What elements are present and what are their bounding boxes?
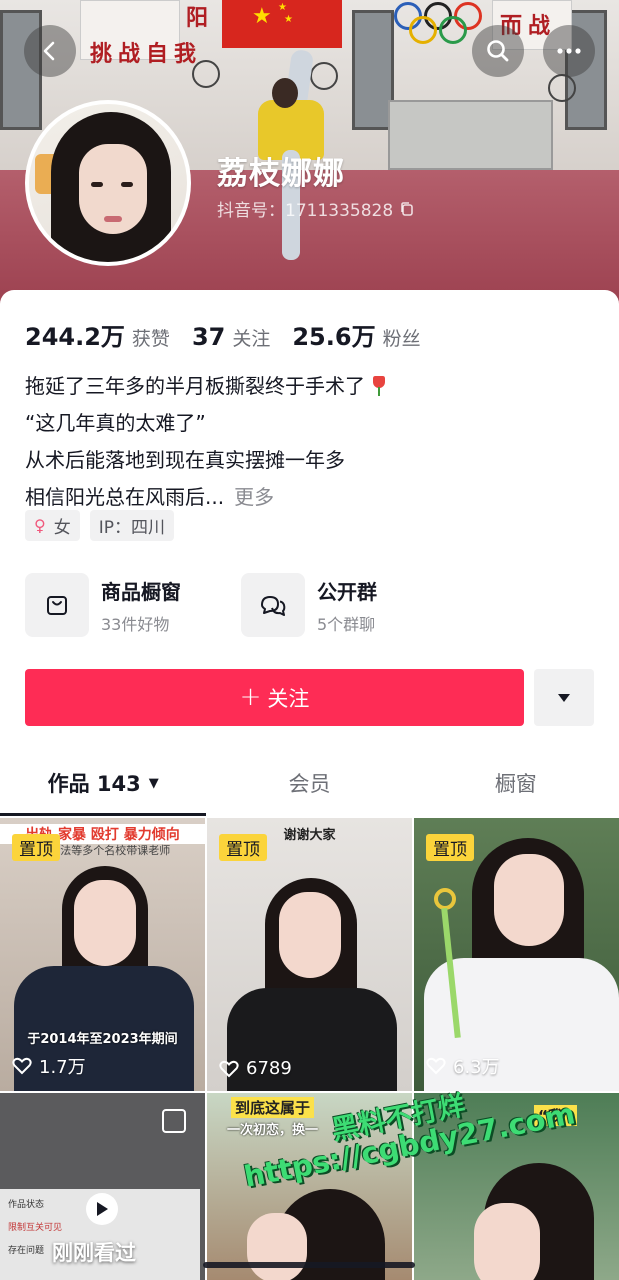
pinned-badge: 置顶 <box>219 834 267 861</box>
tab-label: 会员 <box>288 772 331 796</box>
heart-icon <box>219 1060 239 1077</box>
shop-window-entry[interactable]: 商品橱窗 33件好物 <box>25 573 241 637</box>
cover-athlete <box>272 78 298 108</box>
tab-label: 橱窗 <box>494 772 537 796</box>
stat-followers[interactable]: 25.6万 粉丝 <box>292 317 420 352</box>
more-dots-icon <box>557 48 581 54</box>
profile-tabs: 作品 143 ▼ 会员 橱窗 <box>0 750 619 816</box>
fan-icon <box>548 74 576 102</box>
pinned-badge: 置顶 <box>426 834 474 861</box>
avatar[interactable] <box>25 100 191 266</box>
like-count: 6.3万 <box>426 1053 500 1079</box>
cover-flag: ★ ★ ★ <box>222 0 342 48</box>
video-thumbnail[interactable]: 谢谢大家 置顶 6789 <box>207 818 412 1091</box>
profile-name: 荔枝娜娜 <box>217 156 345 192</box>
pinned-badge: 置顶 <box>12 834 60 861</box>
entry-icon-box <box>241 573 305 637</box>
search-icon <box>487 40 509 62</box>
profile-bio: 拖延了三年多的半月板撕裂终于手术了 “这几年真的太难了” 从术后能落地到现在真实… <box>25 368 387 516</box>
entry-subtitle: 5个群聊 <box>317 614 376 634</box>
follow-label: 关注 <box>267 686 310 711</box>
profile-entries: 商品橱窗 33件好物 公开群 5个群聊 <box>25 573 457 637</box>
public-group-entry[interactable]: 公开群 5个群聊 <box>241 573 457 637</box>
recommend-dropdown-button[interactable] <box>534 669 594 726</box>
douyin-id-text: 抖音号：1711335828 <box>217 201 394 221</box>
entry-title: 公开群 <box>317 579 377 604</box>
avatar-image <box>29 104 187 262</box>
like-count: 6789 <box>219 1058 292 1079</box>
ip-tag: IP：四川 <box>89 510 174 541</box>
shopping-bag-icon <box>47 596 67 615</box>
search-button[interactable] <box>472 25 524 77</box>
stat-value: 25.6万 <box>292 323 376 351</box>
tab-works[interactable]: 作品 143 ▼ <box>0 750 207 816</box>
chevron-left-icon <box>43 41 55 61</box>
gender-label: 女 <box>53 518 71 538</box>
stat-label: 获赞 <box>131 328 170 350</box>
cover-mirror <box>388 100 553 170</box>
bio-line: 从术后能落地到现在真实摆摊一年多 <box>25 448 345 472</box>
douyin-id[interactable]: 抖音号：1711335828 <box>217 196 415 221</box>
stat-value: 244.2万 <box>25 323 125 351</box>
multi-image-icon <box>162 1109 186 1133</box>
cover-banner-text: 阳 <box>186 5 215 31</box>
stat-value: 37 <box>191 323 226 351</box>
video-thumbnail[interactable]: 置顶 6.3万 <box>414 818 619 1091</box>
group-chat-icon <box>261 596 286 616</box>
profile-stats: 244.2万 获赞 37 关注 25.6万 粉丝 <box>25 317 443 352</box>
home-indicator[interactable] <box>203 1262 415 1268</box>
stat-likes: 244.2万 获赞 <box>25 317 170 352</box>
tulip-icon <box>371 376 387 396</box>
tab-label: 作品 143 <box>47 772 141 796</box>
more-options-button[interactable] <box>543 25 595 77</box>
stat-label: 关注 <box>232 328 271 350</box>
bio-line: “这几年真的太难了” <box>25 411 206 435</box>
follow-button[interactable]: + 关注 <box>25 669 524 726</box>
heart-icon <box>426 1057 446 1075</box>
bio-line: 拖延了三年多的半月板撕裂终于手术了 <box>25 368 387 405</box>
fan-icon <box>310 62 338 90</box>
recently-viewed-label: 刚刚看过 <box>52 1241 136 1265</box>
caret-down-icon <box>558 693 570 702</box>
female-icon: ♀ <box>34 516 46 535</box>
plus-icon: + <box>239 681 262 712</box>
fan-icon <box>192 60 220 88</box>
stat-following[interactable]: 37 关注 <box>192 323 270 351</box>
video-subtitle: 于2014年至2023年期间 <box>27 1032 178 1047</box>
bio-more-link[interactable]: 更多 <box>234 485 274 509</box>
stat-label: 粉丝 <box>382 328 421 350</box>
cover-banner-text: 挑战自我 <box>90 41 203 67</box>
like-count: 1.7万 <box>12 1053 86 1079</box>
play-button[interactable] <box>86 1193 118 1225</box>
heart-icon <box>12 1057 32 1075</box>
tab-membership[interactable]: 会员 <box>206 750 412 816</box>
gender-tag: ♀ 女 <box>25 510 80 541</box>
copy-icon[interactable] <box>399 201 415 217</box>
tab-shop-window[interactable]: 橱窗 <box>413 750 619 816</box>
caret-down-icon[interactable]: ▼ <box>149 776 159 791</box>
entry-subtitle: 33件好物 <box>101 614 170 634</box>
entry-icon-box <box>25 573 89 637</box>
play-icon <box>97 1202 108 1216</box>
back-button[interactable] <box>24 25 76 77</box>
video-thumbnail[interactable]: 出轨 家暴 殴打 暴力倾向 师 数法等多个名校带课老师 于2014年至2023年… <box>0 818 205 1091</box>
entry-title: 商品橱窗 <box>101 579 181 604</box>
profile-tags: ♀ 女 IP：四川 <box>25 510 174 541</box>
